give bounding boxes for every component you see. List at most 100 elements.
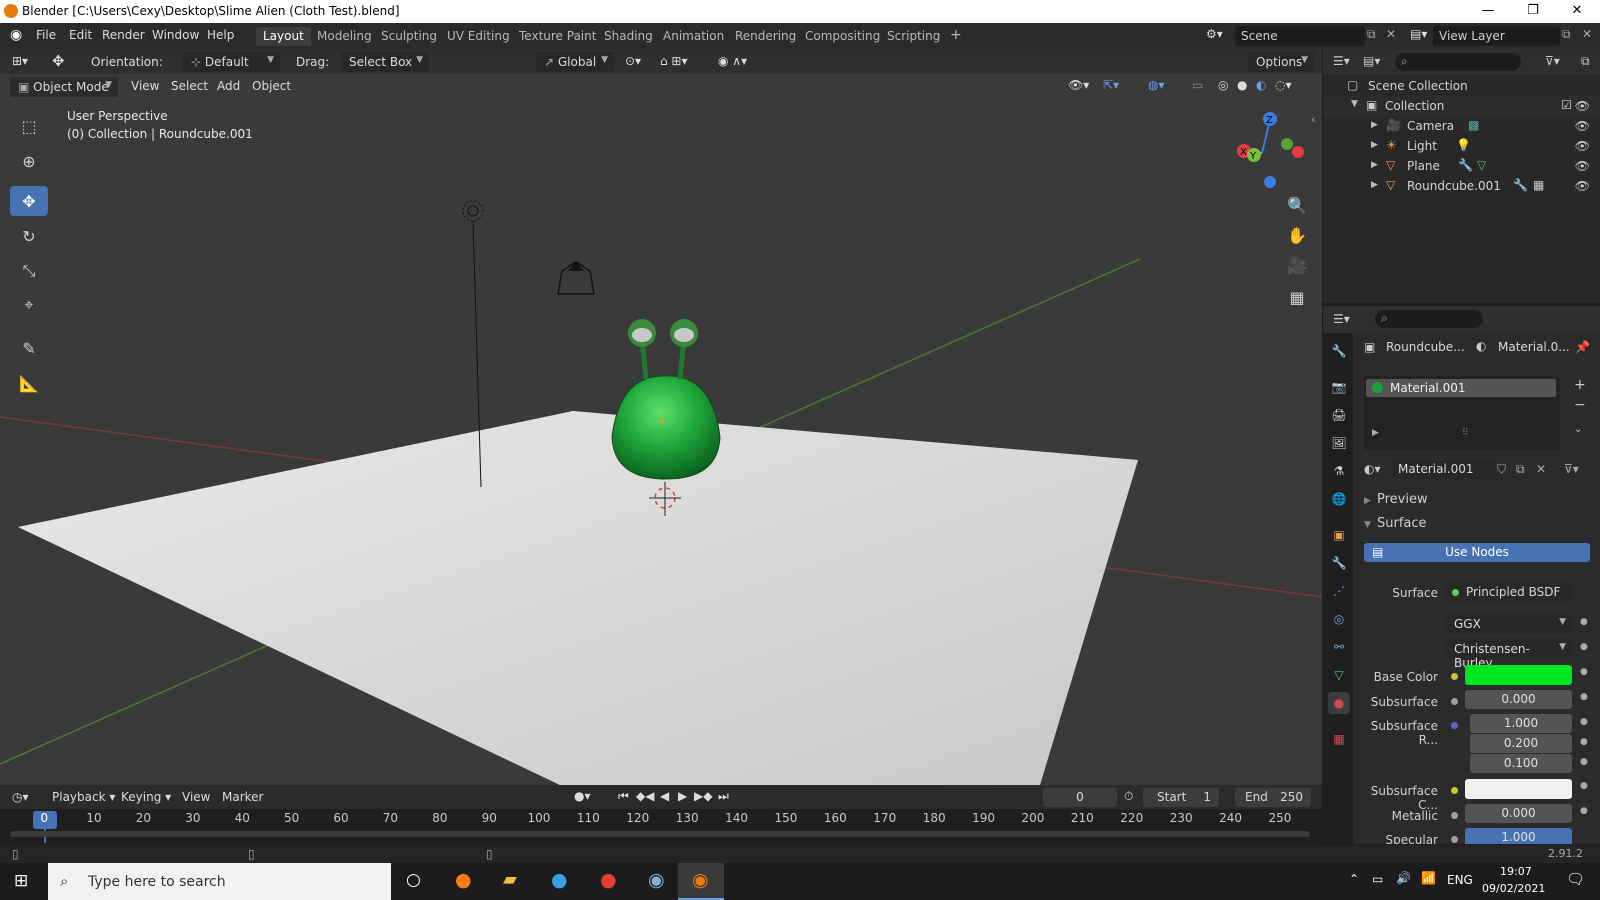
timeline-menu-playback[interactable]: Playback ▾: [52, 790, 115, 804]
display-mode-icon[interactable]: ▤▾: [1363, 54, 1380, 68]
keyframe-dot-icon[interactable]: ●: [1580, 717, 1588, 727]
gizmo-icon[interactable]: ⇱▾: [1103, 78, 1119, 92]
firefox-icon[interactable]: ●: [455, 869, 472, 891]
modifier-wrench-icon[interactable]: 🔧: [1513, 178, 1528, 192]
render-tab-icon[interactable]: 📷: [1328, 376, 1350, 398]
drag-dropdown[interactable]: Select Box ▼: [341, 52, 429, 72]
notifications-icon[interactable]: 🗨: [1566, 870, 1585, 888]
new-scene-icon[interactable]: ⧉: [1367, 27, 1376, 42]
jump-start-icon[interactable]: ⏮: [618, 789, 629, 804]
modifier-tab-icon[interactable]: 🔧: [1328, 552, 1350, 574]
timeline-menu-keying[interactable]: Keying ▾: [121, 790, 171, 804]
cursor-tool[interactable]: ⊕: [10, 146, 48, 176]
outliner-collection[interactable]: ▼ ▣ Collection ☑ 👁: [1323, 96, 1600, 116]
editor-type-icon[interactable]: ⊞▾: [12, 54, 28, 68]
outliner-search-input[interactable]: ⌕: [1395, 53, 1521, 71]
material-slot-item[interactable]: Material.001: [1366, 379, 1556, 397]
surface-expand-icon[interactable]: ▼: [1364, 520, 1371, 530]
keyframe-dot-icon[interactable]: ●: [1580, 737, 1588, 747]
expand-roundcube-icon[interactable]: ▶: [1371, 180, 1378, 190]
tab-shading[interactable]: Shading: [597, 27, 660, 46]
next-keyframe-icon[interactable]: ▶◆: [694, 789, 712, 803]
keyframe-dot-icon[interactable]: ●: [1580, 692, 1588, 702]
blender-menu-icon[interactable]: ◉: [10, 27, 22, 43]
end-frame-field[interactable]: End 250: [1235, 788, 1311, 807]
rendered-shading-icon[interactable]: ◌▾: [1275, 78, 1292, 92]
visibility-icon[interactable]: 👁▾: [1068, 78, 1089, 92]
rotate-tool[interactable]: ↻: [10, 221, 48, 251]
preview-section-header[interactable]: Preview: [1377, 492, 1428, 507]
metallic-field[interactable]: 0.000: [1465, 804, 1572, 823]
eye-icon[interactable]: 👁: [1575, 159, 1590, 173]
menu-file[interactable]: File: [36, 28, 56, 42]
viewport-menu-object[interactable]: Object: [252, 79, 291, 93]
mesh-data-icon[interactable]: ▽: [1477, 158, 1486, 172]
scale-tool[interactable]: ⤡: [10, 256, 48, 286]
scene-icon[interactable]: ⚙▾: [1206, 27, 1223, 41]
duplicate-material-icon[interactable]: ⧉: [1516, 462, 1525, 477]
material-browse-icon[interactable]: ◐▾: [1364, 462, 1381, 476]
timeline-menu-view[interactable]: View: [182, 790, 210, 804]
view-layer-selector[interactable]: View Layer: [1433, 26, 1560, 46]
outliner-editor-icon[interactable]: ☰▾: [1333, 54, 1350, 68]
mode-dropdown[interactable]: ▣ Object Mode ▼: [10, 77, 118, 97]
select-box-tool[interactable]: ⬚: [10, 111, 48, 141]
keyframe-dot-icon[interactable]: ●: [1580, 757, 1588, 767]
start-frame-field[interactable]: Start 1: [1143, 788, 1219, 807]
distribution-dropdown[interactable]: GGX ▼: [1446, 614, 1572, 634]
timeline-menu-marker[interactable]: Marker: [222, 790, 263, 804]
viewport-menu-add[interactable]: Add: [217, 79, 240, 93]
current-frame-field[interactable]: 0: [1043, 788, 1117, 807]
pivot-point-icon[interactable]: ⊙▾: [625, 54, 641, 68]
keyframe-dot-icon[interactable]: ●: [1580, 667, 1588, 677]
slot-resize-handle[interactable]: ⠿: [1462, 428, 1469, 438]
add-workspace-button[interactable]: +: [943, 25, 969, 44]
particles-tab-icon[interactable]: ⋰: [1328, 580, 1350, 602]
menu-help[interactable]: Help: [207, 28, 234, 42]
xray-icon[interactable]: ▭: [1192, 78, 1203, 92]
outliner-item-plane[interactable]: ▶ ▽ Plane 🔧 ▽ 👁: [1323, 156, 1600, 176]
task-view-icon[interactable]: ○: [406, 870, 421, 890]
orientation-dropdown[interactable]: ⊹ Default ▼: [183, 52, 280, 72]
outliner-scene-collection[interactable]: ▢ Scene Collection: [1323, 76, 1600, 96]
subsurface-color-swatch[interactable]: [1465, 779, 1572, 799]
zoom-icon[interactable]: 🔍: [1283, 192, 1311, 218]
output-tab-icon[interactable]: 🖨: [1328, 404, 1350, 426]
new-view-layer-icon[interactable]: ⧉: [1562, 27, 1571, 42]
file-explorer-icon[interactable]: ▰: [503, 869, 517, 890]
material-slots-icon[interactable]: ▦: [1533, 178, 1544, 192]
material-tab-icon[interactable]: ●: [1328, 692, 1350, 714]
tab-texture-paint[interactable]: Texture Paint: [512, 27, 603, 46]
subsurface-radius-y-field[interactable]: 0.200: [1470, 734, 1572, 753]
grid-view-icon[interactable]: ▦: [1283, 284, 1311, 310]
maximize-button[interactable]: ❐: [1510, 0, 1556, 23]
tab-scripting[interactable]: Scripting: [880, 27, 947, 46]
jump-end-icon[interactable]: ⏭: [718, 789, 729, 804]
keyframe-dot-icon[interactable]: ●: [1580, 806, 1588, 816]
surface-shader-field[interactable]: Principled BSDF: [1446, 582, 1572, 602]
pan-hand-icon[interactable]: ✋: [1283, 222, 1311, 248]
edge-icon[interactable]: ●: [551, 869, 568, 891]
annotate-tool[interactable]: ✎: [10, 333, 48, 363]
roundcube-slime-alien[interactable]: [611, 319, 721, 480]
view-layer-icon[interactable]: ▤▾: [1410, 27, 1427, 41]
use-nodes-button[interactable]: ▤ Use Nodes: [1364, 543, 1590, 562]
subsurface-radius-z-field[interactable]: 0.100: [1470, 754, 1572, 773]
texture-tab-icon[interactable]: ▦: [1328, 728, 1350, 750]
outliner-item-camera[interactable]: ▶ 🎥 Camera ▩ 👁: [1323, 116, 1600, 136]
transform-orientation-dropdown[interactable]: ↗ Global ▼: [536, 52, 614, 72]
menu-render[interactable]: Render: [102, 28, 145, 42]
wifi-icon[interactable]: 📶: [1421, 871, 1436, 885]
eye-icon[interactable]: 👁: [1575, 119, 1590, 133]
close-button[interactable]: ✕: [1554, 0, 1600, 23]
steam-icon[interactable]: ◉: [648, 869, 665, 891]
tab-animation[interactable]: Animation: [656, 27, 731, 46]
clock-time[interactable]: 19:07: [1500, 865, 1532, 878]
tab-compositing[interactable]: Compositing: [798, 27, 887, 46]
light-object[interactable]: [462, 200, 484, 222]
subsurface-field[interactable]: 0.000: [1465, 690, 1572, 709]
expand-camera-icon[interactable]: ▶: [1371, 120, 1378, 130]
play-reverse-icon[interactable]: ◀: [660, 789, 669, 803]
unlink-material-icon[interactable]: ✕: [1536, 462, 1546, 476]
tool-tab-icon[interactable]: 🔧: [1328, 340, 1350, 362]
